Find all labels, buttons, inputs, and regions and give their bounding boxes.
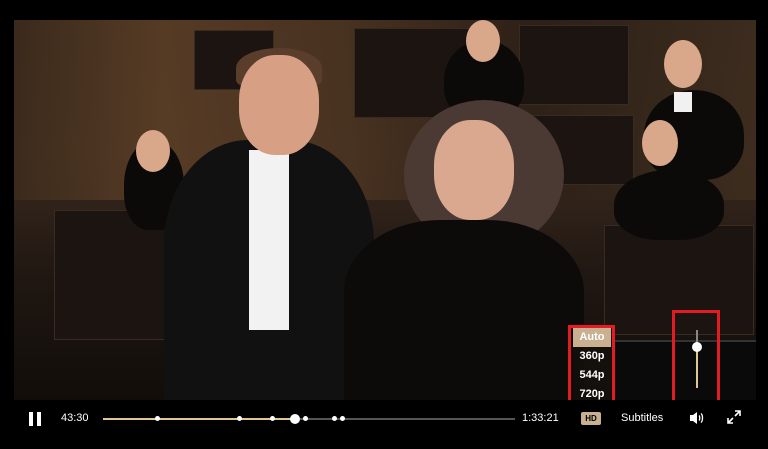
chapter-marker[interactable]	[302, 416, 308, 421]
pianist	[344, 220, 584, 400]
pause-icon[interactable]	[26, 410, 46, 430]
volume-icon[interactable]	[688, 410, 706, 426]
chapter-marker[interactable]	[269, 416, 275, 421]
orchestra-musician	[614, 170, 724, 240]
hd-quality-button[interactable]: HD	[581, 412, 601, 425]
musician-shirt	[674, 92, 692, 112]
musician-face	[664, 40, 702, 88]
chapter-marker[interactable]	[331, 416, 337, 421]
progress-fill	[103, 418, 295, 420]
video-player: Auto 360p 544p 720p 43:30 1:33:21 HD Sub…	[0, 0, 768, 449]
control-bar: 43:30 1:33:21 HD Subtitles	[0, 400, 768, 449]
musician-face	[642, 120, 678, 166]
video-frame[interactable]	[14, 20, 756, 400]
fullscreen-icon[interactable]	[727, 410, 741, 424]
duration: 1:33:21	[522, 412, 559, 424]
subtitles-button[interactable]: Subtitles	[621, 412, 663, 424]
progress-bar[interactable]	[103, 414, 515, 424]
progress-handle[interactable]	[289, 414, 300, 424]
current-time: 43:30	[61, 412, 89, 424]
musician-face	[466, 20, 500, 62]
conductor-shirt	[249, 150, 289, 330]
chapter-marker[interactable]	[236, 416, 242, 421]
chapter-marker[interactable]	[339, 416, 345, 421]
musician-face	[136, 130, 170, 172]
chapter-marker[interactable]	[154, 416, 160, 421]
conductor-face	[239, 55, 319, 155]
music-stand	[519, 25, 629, 105]
pianist-face	[434, 120, 514, 220]
